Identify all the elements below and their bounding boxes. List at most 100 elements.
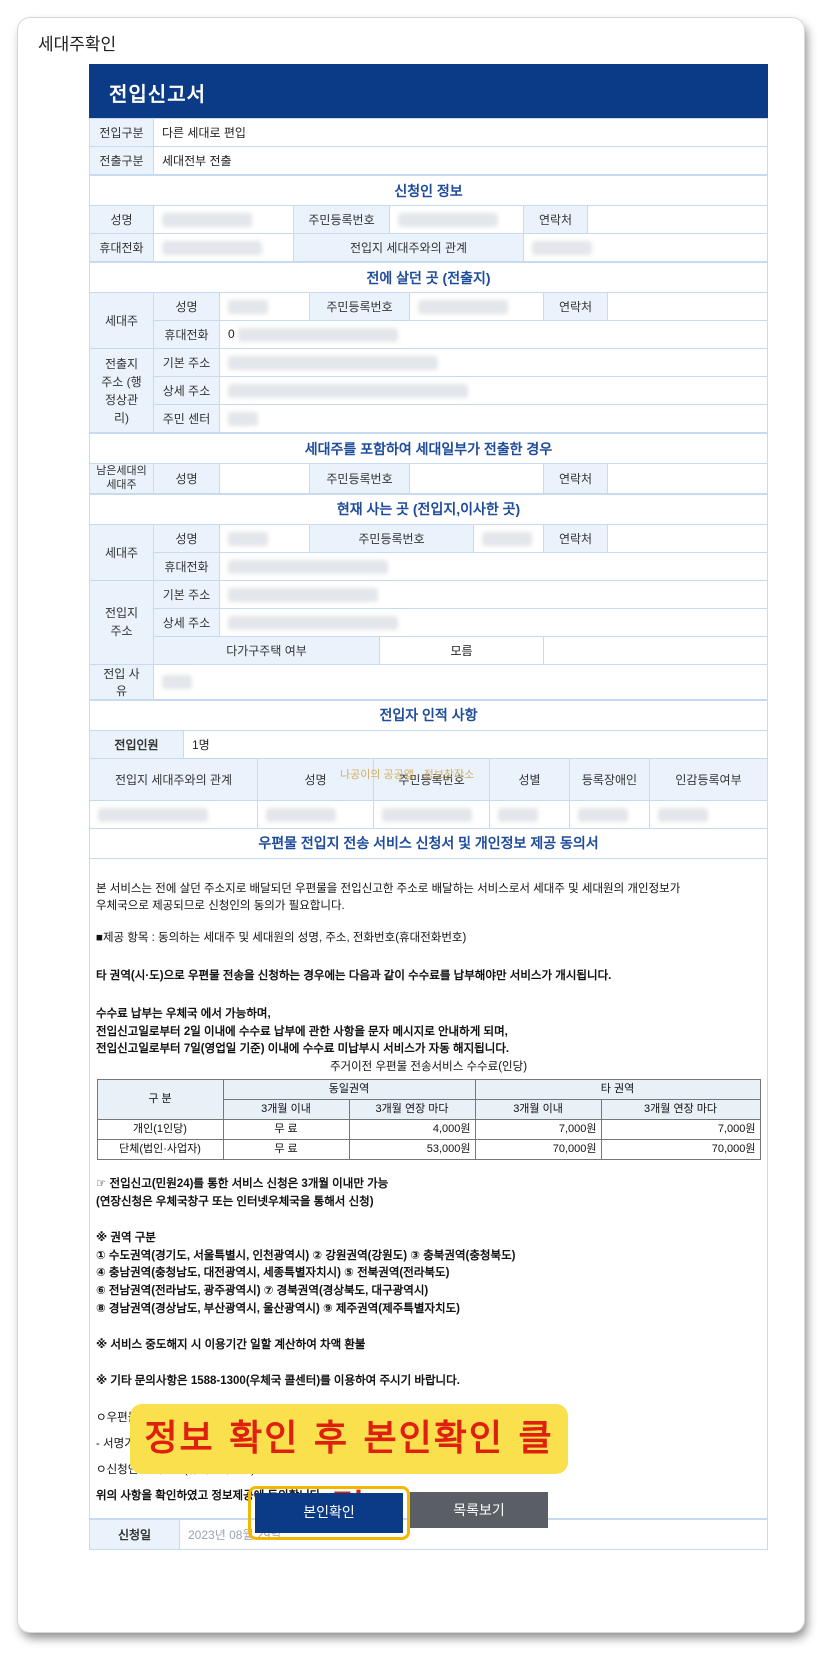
- applicant-rrn-label: 주민등록번호: [293, 205, 390, 234]
- fee-col-other-3m: 3개월 이내: [474, 1099, 602, 1121]
- previous-center-label: 주민 센터: [153, 404, 220, 433]
- persons-col-gender: 성별: [489, 757, 570, 801]
- applicant-section-title: 신청인 정보: [89, 175, 768, 206]
- consent-p4-line1: 수수료 납부는 우체국 에서 가능하며,: [96, 1007, 271, 1020]
- applicant-relation-value: [523, 233, 768, 262]
- persons-row-relation: [89, 799, 258, 829]
- fee-table: 구 분 동일권역 타 권역 3개월 이내 3개월 연장 마다 3개월 이내 3개…: [96, 1079, 761, 1161]
- application-date-label: 신청일: [89, 1518, 180, 1550]
- identity-confirm-label: 본인확인: [255, 1493, 403, 1533]
- persons-col-seal: 인감등록여부: [649, 757, 768, 801]
- applicant-table: 신청인 정보 성명 주민등록번호 연락처 휴대전화 전입지 세대주와의 관계: [89, 175, 768, 262]
- fee-row: 단체(법인·사업자) 무 료 53,000원 70,000원 70,000원: [96, 1139, 761, 1161]
- persons-row-rrn: [373, 799, 490, 829]
- consent-p3: 타 권역(시·도)으로 우편물 전송을 신청하는 경우에는 다음과 같이 수수료…: [96, 970, 612, 983]
- list-view-button[interactable]: 목록보기: [410, 1492, 548, 1528]
- identity-confirm-button[interactable]: 본인확인: [248, 1486, 410, 1540]
- move-out-type-label: 전출구분: [89, 146, 154, 175]
- applicant-rrn-value: [389, 205, 524, 234]
- previous-name-value: [219, 292, 310, 321]
- consent-section-title: 우편물 전입지 전송 서비스 신청서 및 개인정보 제공 동의서: [89, 827, 768, 859]
- fee-row-same-ext: 53,000원: [348, 1139, 476, 1161]
- fee-row-other-ext: 7,000원: [600, 1119, 761, 1141]
- current-detail-address-label: 상세 주소: [153, 607, 220, 637]
- current-address-group-label: 전입지 주소: [89, 579, 154, 665]
- fee-col-other-region: 타 권역: [474, 1079, 761, 1101]
- partial-section-title: 세대주를 포함하여 세대일부가 전출한 경우: [89, 433, 768, 464]
- applicant-contact-label: 연락처: [523, 205, 588, 234]
- previous-mobile-label: 휴대전화: [153, 320, 220, 349]
- consent-p5-line1: ☞ 전입신고(민원24)를 통한 서비스 신청은 3개월 이내만 가능: [96, 1178, 389, 1191]
- current-rrn-label: 주민등록번호: [309, 523, 474, 553]
- fee-row: 개인(1인당) 무 료 4,000원 7,000원 7,000원: [96, 1119, 761, 1141]
- move-type-table: 전입구분 다른 세대로 편입 전출구분 세대전부 전출: [89, 118, 768, 175]
- form-title: 전입신고서: [89, 64, 768, 118]
- instruction-banner: 정보 확인 후 본인확인 클릭: [130, 1404, 568, 1529]
- remaining-head-label: 남은세대의세대주: [89, 463, 154, 494]
- applicant-name-label: 성명: [89, 205, 154, 234]
- consent-p5-line2: (연장신청은 우체국창구 또는 인터넷우체국을 통해서 신청): [96, 1195, 374, 1208]
- fee-row-same-3m: 무 료: [222, 1119, 350, 1141]
- current-rrn-value: [473, 523, 544, 553]
- persons-row-disabled: [569, 799, 650, 829]
- fee-col-same-region: 동일권역: [222, 1079, 476, 1101]
- persons-count-value: 1명: [183, 729, 768, 759]
- current-basic-address-value: [219, 579, 768, 609]
- previous-section-title: 전에 살던 곳 (전출지): [89, 262, 768, 293]
- current-name-label: 성명: [153, 523, 220, 553]
- move-in-report-form: 전입신고서 전입구분 다른 세대로 편입 전출구분 세대전부 전출 신청인 정보…: [89, 64, 768, 1550]
- current-section-title: 현재 사는 곳 (전입지,이사한 곳): [89, 493, 768, 525]
- fee-row-other-3m: 70,000원: [474, 1139, 602, 1161]
- consent-p2: ■제공 항목 : 동의하는 세대주 및 세대원의 성명, 주소, 전화번호(휴대…: [96, 932, 467, 945]
- fee-row-other-ext: 70,000원: [600, 1139, 761, 1161]
- reason-value: [153, 663, 768, 700]
- persons-row-gender: [489, 799, 570, 829]
- previous-contact-label: 연락처: [543, 292, 608, 321]
- previous-basic-address-label: 기본 주소: [153, 348, 220, 377]
- current-mobile-value: [219, 551, 768, 581]
- previous-detail-address-label: 상세 주소: [153, 376, 220, 405]
- applicant-contact-value: [587, 205, 768, 234]
- consent-p4-line2: 전입신고일로부터 2일 이내에 수수료 납부에 관한 사항을 문자 메시지로 안…: [96, 1025, 508, 1038]
- previous-name-label: 성명: [153, 292, 220, 321]
- partial-rrn-label: 주민등록번호: [309, 463, 410, 494]
- previous-address-table: 전에 살던 곳 (전출지) 세대주 성명 주민등록번호 연락처 휴대전화 0 전…: [89, 262, 768, 433]
- fee-row-same-ext: 4,000원: [348, 1119, 476, 1141]
- current-head-label: 세대주: [89, 523, 154, 581]
- current-detail-address-value: [219, 607, 768, 637]
- consent-p7: ※ 서비스 중도해지 시 이용기간 일할 계산하여 차액 환불: [96, 1338, 366, 1351]
- persons-count-label: 전입인원: [89, 729, 184, 759]
- persons-col-relation: 전입지 세대주와의 관계: [89, 757, 258, 801]
- fee-table-caption: 주거이전 우편물 전송서비스 수수료(인당): [329, 1061, 528, 1074]
- partial-contact-value: [607, 463, 768, 494]
- previous-rrn-label: 주민등록번호: [309, 292, 410, 321]
- multi-house-extra: [543, 635, 768, 665]
- current-contact-value: [607, 523, 768, 553]
- persons-col-disabled: 등록장애인: [569, 757, 650, 801]
- consent-p1-line1: 본 서비스는 전에 살던 주소지로 배달되던 우편물을 전입신고한 주소로 배달…: [96, 882, 681, 895]
- fee-col-same-ext: 3개월 연장 마다: [348, 1099, 476, 1121]
- previous-detail-address-value: [219, 376, 768, 405]
- move-out-type-value: 세대전부 전출: [153, 146, 768, 175]
- fee-row-other-3m: 7,000원: [474, 1119, 602, 1141]
- previous-center-value: [219, 404, 768, 433]
- fee-row-type: 단체(법인·사업자): [96, 1139, 224, 1161]
- consent-p6-line2: ④ 충남권역(충청남도, 대전광역시, 세종특별자치시) ⑤ 전북권역(전라북도…: [96, 1267, 450, 1280]
- consent-p6-line1: ① 수도권역(경기도, 서울특별시, 인천광역시) ② 강원권역(강원도) ③ …: [96, 1249, 516, 1262]
- persons-row-name: [257, 799, 374, 829]
- current-mobile-label: 휴대전화: [153, 551, 220, 581]
- consent-p8: ※ 기타 문의사항은 1588-1300(우체국 콜센터)를 이용하여 주시기 …: [96, 1374, 460, 1387]
- reason-label: 전입 사유: [89, 663, 154, 700]
- previous-basic-address-value: [219, 348, 768, 377]
- applicant-mobile-label: 휴대전화: [89, 233, 154, 262]
- consent-p4-line3: 전입신고일로부터 7일(영업일 기준) 이내에 수수료 미납부시 서비스가 자동…: [96, 1043, 510, 1056]
- consent-p6-line3: ⑥ 전남권역(전라남도, 광주광역시) ⑦ 경북권역(경상북도, 대구광역시): [96, 1285, 429, 1298]
- applicant-name-value: [153, 205, 294, 234]
- partial-rrn-value: [409, 463, 544, 494]
- current-name-value: [219, 523, 310, 553]
- partial-name-value: [219, 463, 310, 494]
- previous-head-label: 세대주: [89, 292, 154, 349]
- action-buttons: 본인확인 목록보기: [248, 1486, 578, 1542]
- fee-col-other-ext: 3개월 연장 마다: [600, 1099, 761, 1121]
- watermark-logo: 나공이의 공공앱 · 정보창작소: [340, 769, 475, 781]
